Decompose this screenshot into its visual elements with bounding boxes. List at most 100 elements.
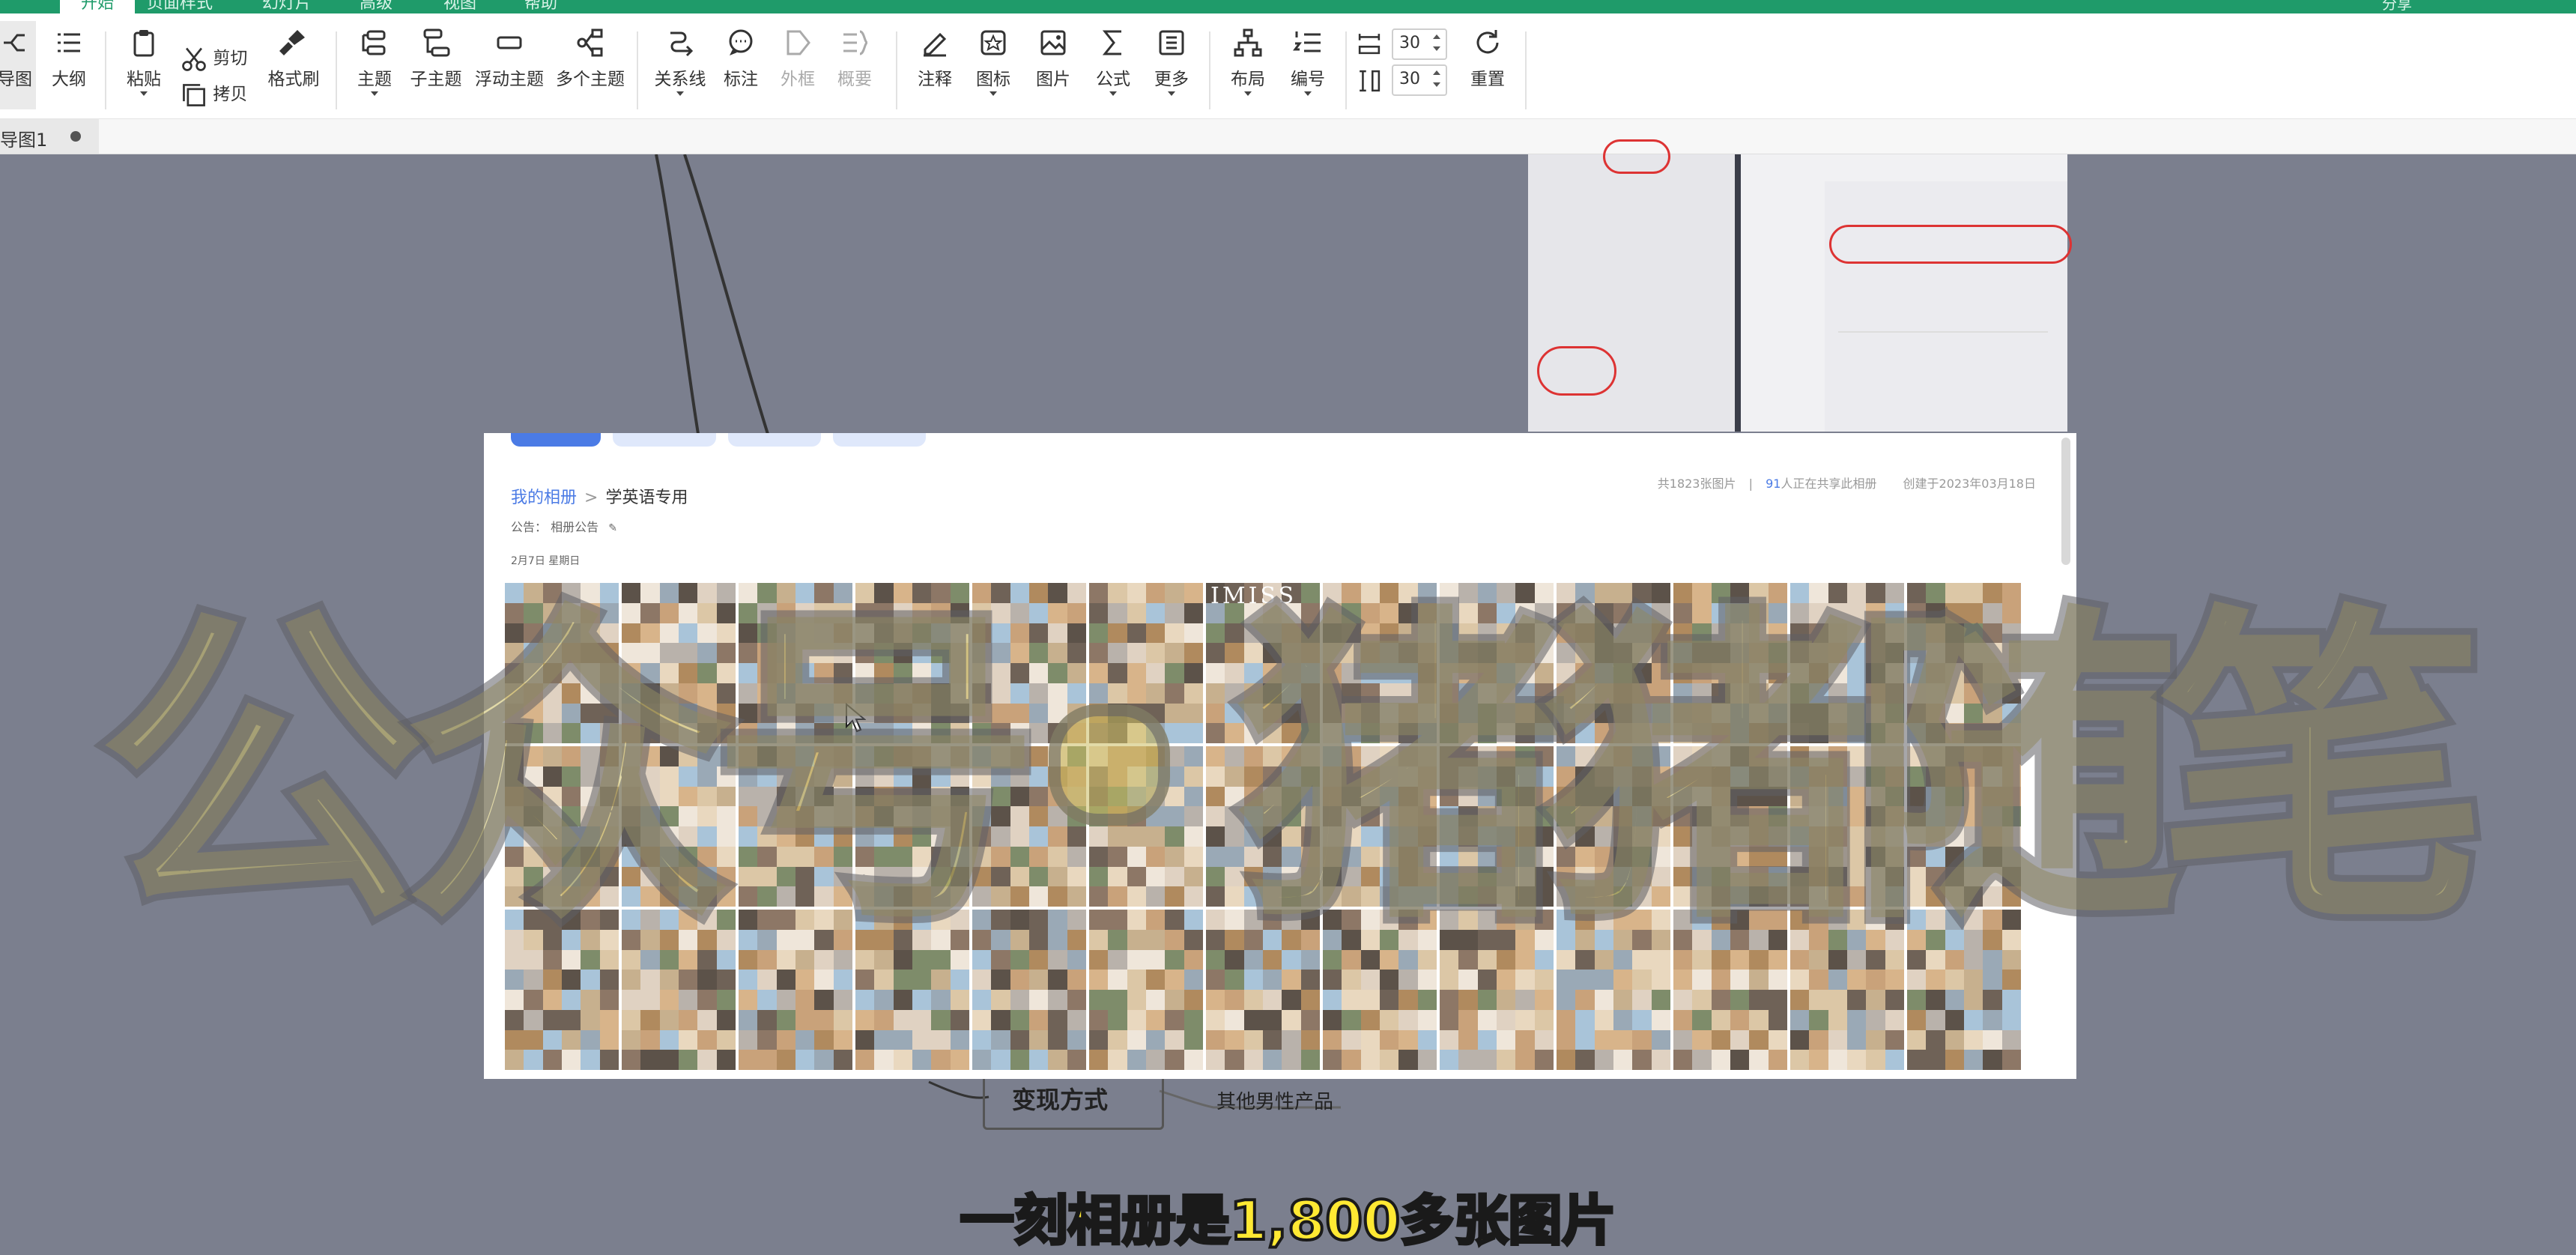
- ribbon-divider: [1209, 31, 1210, 109]
- icon-dropdown-icon[interactable]: [990, 91, 997, 96]
- document-tab[interactable]: 导图1: [0, 119, 99, 154]
- photo-count: 共1823张图片: [1657, 477, 1736, 491]
- watermark-char: 猪: [1229, 580, 1572, 964]
- watermark-char: 号: [705, 580, 1048, 964]
- more-button[interactable]: 更多: [1149, 27, 1194, 96]
- red-circle-annotation: [1829, 225, 2072, 264]
- ribbon-divider: [105, 31, 106, 109]
- menu-bar: 开始 页面样式 幻灯片 高级 视图 帮助 分享: [0, 0, 2576, 13]
- subtopic-button[interactable]: 子主题: [407, 27, 464, 90]
- ribbon-divider: [1345, 31, 1347, 109]
- icon-button[interactable]: 图标: [971, 27, 1016, 96]
- note-button[interactable]: 注释: [912, 27, 957, 90]
- relationship-label: 关系线: [654, 69, 706, 88]
- numbering-dropdown-icon[interactable]: [1304, 91, 1312, 96]
- clipboard-icon: [133, 30, 154, 57]
- summary-button[interactable]: 概要: [833, 27, 876, 90]
- numbered-list-icon: [1293, 31, 1321, 52]
- formula-dropdown-icon[interactable]: [1109, 91, 1117, 96]
- ribbon-divider: [1525, 31, 1527, 109]
- tab-slides[interactable]: 幻灯片: [262, 0, 312, 13]
- reset-label: 重置: [1470, 69, 1505, 88]
- breadcrumb-separator: >: [584, 489, 598, 507]
- image-icon: [1040, 30, 1066, 55]
- summary-label: 概要: [837, 69, 872, 88]
- phone-divider: [1735, 154, 1741, 432]
- boundary-button[interactable]: 外框: [776, 27, 819, 90]
- watermark-char: 众: [398, 580, 741, 964]
- pencil-icon: [924, 32, 947, 57]
- icon-label: 图标: [976, 69, 1010, 88]
- topic-node-monetization[interactable]: 变现方式: [983, 1073, 1164, 1130]
- menu-app-button[interactable]: [0, 0, 9, 13]
- view-mindmap-label: 导图: [0, 69, 32, 88]
- stepper-down-icon[interactable]: [1433, 82, 1440, 87]
- numbering-button[interactable]: 编号: [1285, 27, 1330, 96]
- subtopic-label: 子主题: [410, 69, 462, 88]
- formula-label: 公式: [1096, 69, 1130, 88]
- copy-label: 拷贝: [213, 84, 248, 103]
- reset-button[interactable]: 重置: [1465, 27, 1510, 90]
- layout-dropdown-icon[interactable]: [1244, 91, 1252, 96]
- floating-topic-button[interactable]: 浮动主题: [475, 27, 544, 90]
- mindmap-icon: [4, 34, 25, 52]
- view-outline-button[interactable]: 大纲: [46, 27, 91, 90]
- callout-icon: [729, 29, 753, 55]
- sigma-icon: [1102, 30, 1121, 55]
- image-button[interactable]: 图片: [1031, 27, 1076, 90]
- layout-label: 布局: [1231, 69, 1265, 88]
- multi-topic-icon: [577, 28, 603, 57]
- layout-tree-icon: [1234, 28, 1262, 57]
- topic-dropdown-icon[interactable]: [371, 91, 378, 96]
- relationship-button[interactable]: 关系线: [653, 27, 707, 96]
- tab-advanced[interactable]: 高级: [360, 0, 393, 13]
- scissors-icon: [182, 47, 206, 71]
- video-subtitle: 一刻相册是1,800多张图片: [959, 1188, 1618, 1254]
- more-insert-icon: [1159, 30, 1184, 55]
- layout-button[interactable]: 布局: [1225, 27, 1270, 96]
- callout-button[interactable]: 标注: [719, 27, 763, 90]
- tab-view[interactable]: 视图: [443, 0, 476, 13]
- album-scrollbar: [2061, 438, 2070, 565]
- paste-label: 粘贴: [127, 69, 161, 88]
- format-brush-label: 格式刷: [267, 69, 320, 88]
- paste-button[interactable]: 粘贴: [121, 27, 166, 96]
- cut-button[interactable]: 剪切: [180, 43, 247, 73]
- brush-icon: [279, 30, 305, 55]
- vertical-spacing-icon: [1360, 70, 1381, 92]
- refresh-icon: [1476, 30, 1499, 54]
- vertical-spacing-stepper[interactable]: 30: [1392, 64, 1447, 96]
- stepper-up-icon[interactable]: [1433, 34, 1440, 39]
- tab-start[interactable]: 开始: [60, 0, 136, 13]
- copy-button[interactable]: 拷贝: [180, 79, 247, 109]
- red-circle-annotation: [1537, 346, 1616, 396]
- multi-topic-button[interactable]: 多个主题: [556, 27, 625, 90]
- stepper-down-icon[interactable]: [1433, 46, 1440, 51]
- phone-row-divider: [1838, 331, 2048, 333]
- topic-button[interactable]: 主题: [352, 27, 397, 96]
- more-dropdown-icon[interactable]: [1168, 91, 1175, 96]
- relationship-dropdown-icon[interactable]: [676, 91, 684, 96]
- ribbon-toolbar: 导图 大纲 粘贴 剪切 拷贝 格式刷 主题 子主题 浮动主题 多个主题 关系线 …: [0, 13, 2576, 119]
- paste-dropdown-icon[interactable]: [140, 91, 148, 96]
- help-icon[interactable]: [2539, 0, 2557, 9]
- subtopic-node-other-products[interactable]: 其他男性产品: [1216, 1086, 1333, 1114]
- stepper-up-icon[interactable]: [1433, 70, 1440, 75]
- watermark-char: 随: [1843, 580, 2186, 964]
- pin-icon[interactable]: [2487, 0, 2505, 9]
- phone-settings-list: [1528, 139, 1735, 432]
- unsaved-dot-icon[interactable]: [70, 131, 81, 142]
- formula-button[interactable]: 公式: [1091, 27, 1136, 96]
- format-brush-button[interactable]: 格式刷: [264, 27, 324, 90]
- view-mindmap-button[interactable]: 导图: [0, 21, 36, 109]
- ribbon-divider: [336, 31, 337, 109]
- watermark-char: 公: [91, 580, 434, 964]
- floating-topic-label: 浮动主题: [475, 69, 544, 88]
- tab-page-style[interactable]: 页面样式: [147, 0, 213, 13]
- topic-node-label: 变现方式: [1012, 1086, 1109, 1113]
- horizontal-spacing-stepper[interactable]: 30: [1392, 28, 1447, 60]
- ribbon-divider: [637, 31, 638, 109]
- tab-help[interactable]: 帮助: [524, 0, 557, 13]
- share-button[interactable]: 分享: [2382, 0, 2412, 11]
- breadcrumb-current: 学英语专用: [605, 489, 688, 507]
